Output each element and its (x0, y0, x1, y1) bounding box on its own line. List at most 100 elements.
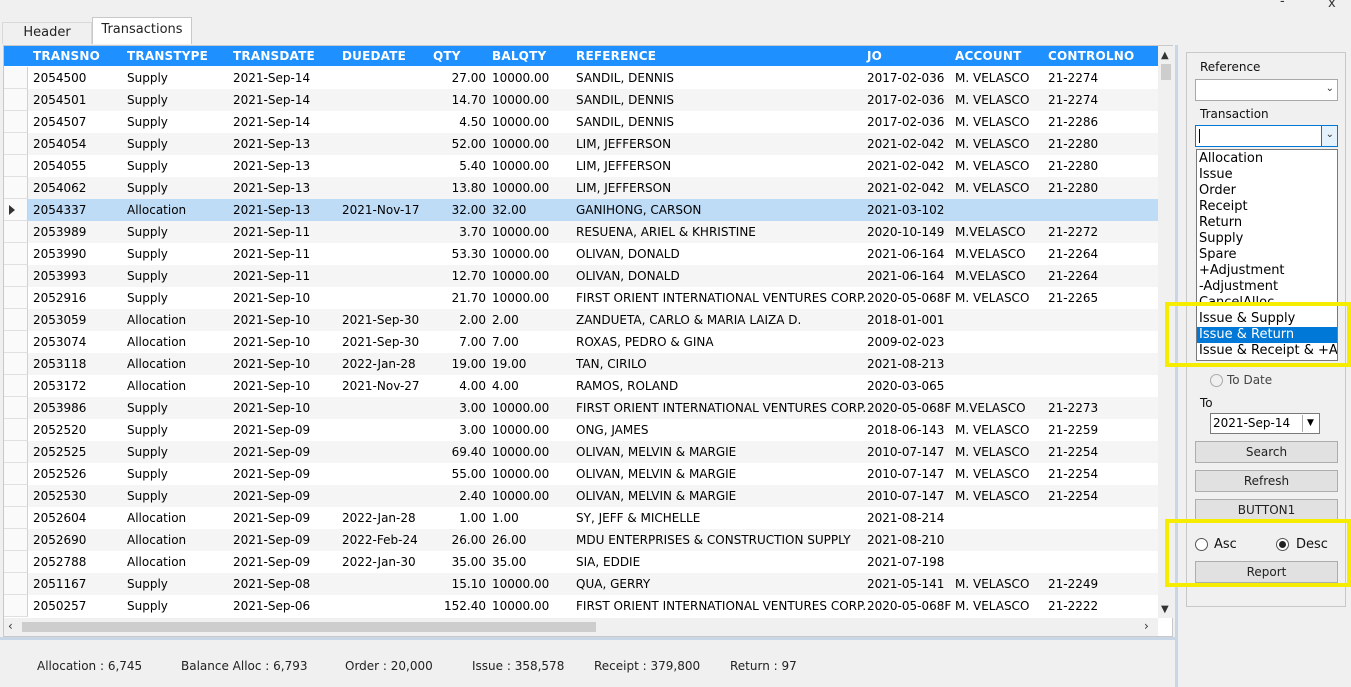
button1[interactable]: BUTTON1 (1195, 499, 1338, 521)
cell-jo[interactable]: 2020-05-068F (867, 291, 951, 305)
dropdown-option[interactable]: Receipt (1197, 199, 1337, 215)
cell-transdate[interactable]: 2021-Sep-10 (233, 335, 310, 349)
cell-qty[interactable]: 52.00 (452, 137, 486, 151)
cell-jo[interactable]: 2017-02-036 (867, 93, 944, 107)
cell-transdate[interactable]: 2021-Sep-09 (233, 423, 310, 437)
cell-transtype[interactable]: Supply (127, 291, 168, 305)
cell-qty[interactable]: 3.00 (459, 401, 486, 415)
cell-transdate[interactable]: 2021-Sep-10 (233, 401, 310, 415)
cell-controlno[interactable]: 21-2273 (1048, 401, 1098, 415)
cell-transno[interactable]: 2052788 (33, 555, 86, 569)
cell-transno[interactable]: 2052526 (33, 467, 86, 481)
transaction-combo[interactable]: ⌄ (1195, 125, 1338, 147)
cell-account[interactable]: M. VELASCO (955, 137, 1029, 151)
cell-reference[interactable]: LIM, JEFFERSON (576, 181, 671, 195)
cell-transtype[interactable]: Allocation (127, 511, 186, 525)
cell-qty[interactable]: 55.00 (452, 467, 486, 481)
table-row[interactable]: 2054055 Supply 2021-Sep-13 5.40 10000.00 LIM,… (4, 155, 1158, 177)
row-selector[interactable] (4, 243, 28, 265)
chevron-down-icon[interactable]: ⌄ (1326, 83, 1334, 94)
cell-controlno[interactable]: 21-2264 (1048, 269, 1098, 283)
cell-reference[interactable]: OLIVAN, MELVIN & MARGIE (576, 445, 736, 459)
cell-account[interactable]: M. VELASCO (955, 599, 1029, 613)
table-row[interactable]: 2053986 Supply 2021-Sep-10 3.00 10000.00 FIRS… (4, 397, 1158, 419)
cell-transno[interactable]: 2053172 (33, 379, 86, 393)
cell-jo[interactable]: 2010-07-147 (867, 445, 944, 459)
cell-reference[interactable]: GANIHONG, CARSON (576, 203, 701, 217)
dropdown-option[interactable]: Return (1197, 215, 1337, 231)
cell-account[interactable]: M.VELASCO (955, 247, 1026, 261)
cell-balqty[interactable]: 4.00 (492, 379, 519, 393)
cell-transdate[interactable]: 2021-Sep-13 (233, 203, 310, 217)
cell-transtype[interactable]: Supply (127, 137, 168, 151)
cell-qty[interactable]: 4.50 (459, 115, 486, 129)
cell-transno[interactable]: 2053986 (33, 401, 86, 415)
cell-transtype[interactable]: Supply (127, 93, 168, 107)
cell-transdate[interactable]: 2021-Sep-14 (233, 71, 310, 85)
calendar-dropdown-icon[interactable]: ▼ (1302, 415, 1318, 432)
cell-reference[interactable]: QUA, GERRY (576, 577, 650, 591)
cell-controlno[interactable]: 21-2274 (1048, 93, 1098, 107)
cell-balqty[interactable]: 10000.00 (492, 423, 549, 437)
cell-balqty[interactable]: 35.00 (492, 555, 526, 569)
cell-qty[interactable]: 12.70 (452, 269, 486, 283)
col-account[interactable]: ACCOUNT (955, 49, 1021, 63)
cell-controlno[interactable]: 21-2254 (1048, 445, 1098, 459)
cell-transtype[interactable]: Allocation (127, 313, 186, 327)
cell-transdate[interactable]: 2021-Sep-08 (233, 577, 310, 591)
cell-reference[interactable]: OLIVAN, DONALD (576, 247, 680, 261)
table-row[interactable]: 2052916 Supply 2021-Sep-10 21.70 10000.00 FIR… (4, 287, 1158, 309)
col-reference[interactable]: REFERENCE (576, 49, 656, 63)
cell-jo[interactable]: 2021-07-198 (867, 555, 944, 569)
cell-transno[interactable]: 2052525 (33, 445, 86, 459)
cell-reference[interactable]: ZANDUETA, CARLO & MARIA LAIZA D. (576, 313, 801, 327)
cell-jo[interactable]: 2017-02-036 (867, 115, 944, 129)
cell-transdate[interactable]: 2021-Sep-09 (233, 511, 310, 525)
cell-transno[interactable]: 2054062 (33, 181, 86, 195)
cell-transtype[interactable]: Allocation (127, 379, 186, 393)
cell-jo[interactable]: 2021-02-042 (867, 159, 944, 173)
cell-balqty[interactable]: 32.00 (492, 203, 526, 217)
cell-balqty[interactable]: 10000.00 (492, 225, 549, 239)
cell-qty[interactable]: 2.00 (459, 313, 486, 327)
col-duedate[interactable]: DUEDATE (342, 49, 406, 63)
cell-transdate[interactable]: 2021-Sep-13 (233, 159, 310, 173)
table-row[interactable]: 2052525 Supply 2021-Sep-09 69.40 10000.00 OLI… (4, 441, 1158, 463)
cell-jo[interactable]: 2010-07-147 (867, 489, 944, 503)
cell-reference[interactable]: LIM, JEFFERSON (576, 137, 671, 151)
row-selector[interactable] (4, 111, 28, 133)
cell-transdate[interactable]: 2021-Sep-13 (233, 181, 310, 195)
cell-transtype[interactable]: Allocation (127, 335, 186, 349)
cell-controlno[interactable]: 21-2280 (1048, 181, 1098, 195)
cell-controlno[interactable]: 21-2265 (1048, 291, 1098, 305)
cell-qty[interactable]: 27.00 (452, 71, 486, 85)
cell-transno[interactable]: 2054337 (33, 203, 86, 217)
cell-transtype[interactable]: Supply (127, 577, 168, 591)
cell-balqty[interactable]: 10000.00 (492, 489, 549, 503)
col-transtype[interactable]: TRANSTYPE (127, 49, 208, 63)
table-row[interactable]: 2054507 Supply 2021-Sep-14 4.50 10000.00 SAND… (4, 111, 1158, 133)
tab-transactions[interactable]: Transactions (92, 17, 192, 44)
cell-jo[interactable]: 2018-01-001 (867, 313, 944, 327)
row-selector[interactable] (4, 419, 28, 441)
cell-transdate[interactable]: 2021-Sep-10 (233, 291, 310, 305)
cell-jo[interactable]: 2010-07-147 (867, 467, 944, 481)
scroll-down-icon[interactable]: ▼ (1161, 604, 1169, 615)
cell-account[interactable]: M. VELASCO (955, 467, 1029, 481)
row-selector[interactable] (4, 89, 28, 111)
dropdown-option[interactable]: -Adjustment (1197, 279, 1337, 295)
col-transdate[interactable]: TRANSDATE (233, 49, 315, 63)
cell-transdate[interactable]: 2021-Sep-06 (233, 599, 310, 613)
cell-jo[interactable]: 2009-02-023 (867, 335, 944, 349)
cell-transtype[interactable]: Allocation (127, 555, 186, 569)
cell-transdate[interactable]: 2021-Sep-09 (233, 555, 310, 569)
cell-transtype[interactable]: Supply (127, 423, 168, 437)
cell-controlno[interactable]: 21-2286 (1048, 115, 1098, 129)
cell-qty[interactable]: 2.40 (459, 489, 486, 503)
tab-header[interactable]: Header (2, 22, 92, 44)
cell-transno[interactable]: 2052530 (33, 489, 86, 503)
cell-transno[interactable]: 2053993 (33, 269, 86, 283)
cell-duedate[interactable]: 2021-Sep-30 (342, 335, 419, 349)
row-selector[interactable] (4, 199, 28, 221)
table-row[interactable]: 2053172 Allocation 2021-Sep-10 2021-Nov-27 4… (4, 375, 1158, 397)
